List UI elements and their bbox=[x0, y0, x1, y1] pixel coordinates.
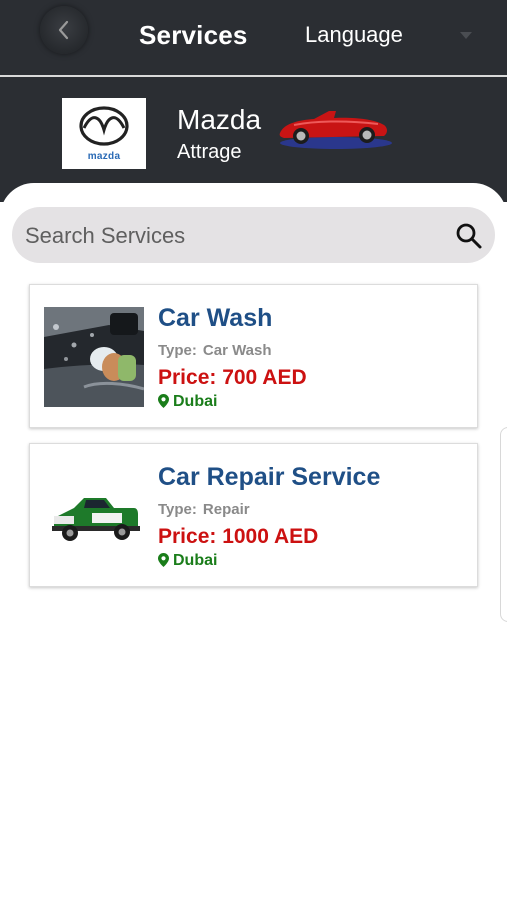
pickup-truck-photo-icon bbox=[44, 466, 144, 566]
side-drawer-handle[interactable] bbox=[500, 427, 507, 622]
car-wash-photo-icon bbox=[44, 307, 144, 407]
chevron-left-icon bbox=[58, 20, 69, 40]
service-location-text: Dubai bbox=[173, 393, 218, 410]
top-app-bar: Services Language bbox=[0, 0, 507, 75]
service-price: Price: 700 AED bbox=[158, 366, 307, 389]
car-repair-thumbnail bbox=[44, 466, 144, 566]
language-dropdown[interactable]: Language bbox=[305, 22, 485, 52]
search-placeholder: Search Services bbox=[25, 223, 186, 248]
vehicle-brand: Mazda bbox=[177, 104, 262, 135]
services-sheet: Search Services Car Wash Type: Car Wash … bbox=[0, 183, 507, 900]
service-type-label: Type: bbox=[158, 342, 197, 359]
service-type-value: Car Wash bbox=[202, 342, 272, 359]
back-button[interactable] bbox=[40, 6, 88, 54]
mazda-logo-wordmark: mazda bbox=[87, 151, 121, 162]
service-price: Price: 1000 AED bbox=[158, 525, 319, 548]
vehicle-model: Attrage bbox=[177, 141, 242, 163]
service-location-text: Dubai bbox=[173, 552, 218, 569]
page-title: Services bbox=[139, 20, 248, 50]
service-location: Dubai bbox=[158, 393, 217, 411]
map-pin-icon bbox=[158, 394, 169, 408]
search-icon[interactable] bbox=[455, 222, 483, 250]
mazda-emblem-icon bbox=[79, 106, 129, 146]
search-input[interactable]: Search Services bbox=[12, 207, 495, 263]
mazda-logo: mazda bbox=[62, 98, 146, 169]
sports-car-image bbox=[279, 111, 392, 149]
caret-down-icon bbox=[460, 32, 472, 39]
service-card-car-repair[interactable]: Car Repair Service Type: Repair Price: 10… bbox=[29, 443, 478, 587]
map-pin-icon bbox=[158, 553, 169, 567]
service-type: Type: Car Wash bbox=[158, 342, 278, 359]
service-card-car-wash[interactable]: Car Wash Type: Car Wash Price: 700 AED Du… bbox=[29, 284, 478, 428]
language-dropdown-label: Language bbox=[305, 22, 403, 47]
service-type-value: Repair bbox=[202, 501, 250, 518]
service-title: Car Repair Service bbox=[158, 463, 381, 491]
car-wash-thumbnail bbox=[44, 307, 144, 407]
service-type-label: Type: bbox=[158, 501, 197, 518]
service-title: Car Wash bbox=[158, 304, 273, 332]
service-type: Type: Repair bbox=[158, 501, 256, 518]
service-location: Dubai bbox=[158, 552, 217, 570]
